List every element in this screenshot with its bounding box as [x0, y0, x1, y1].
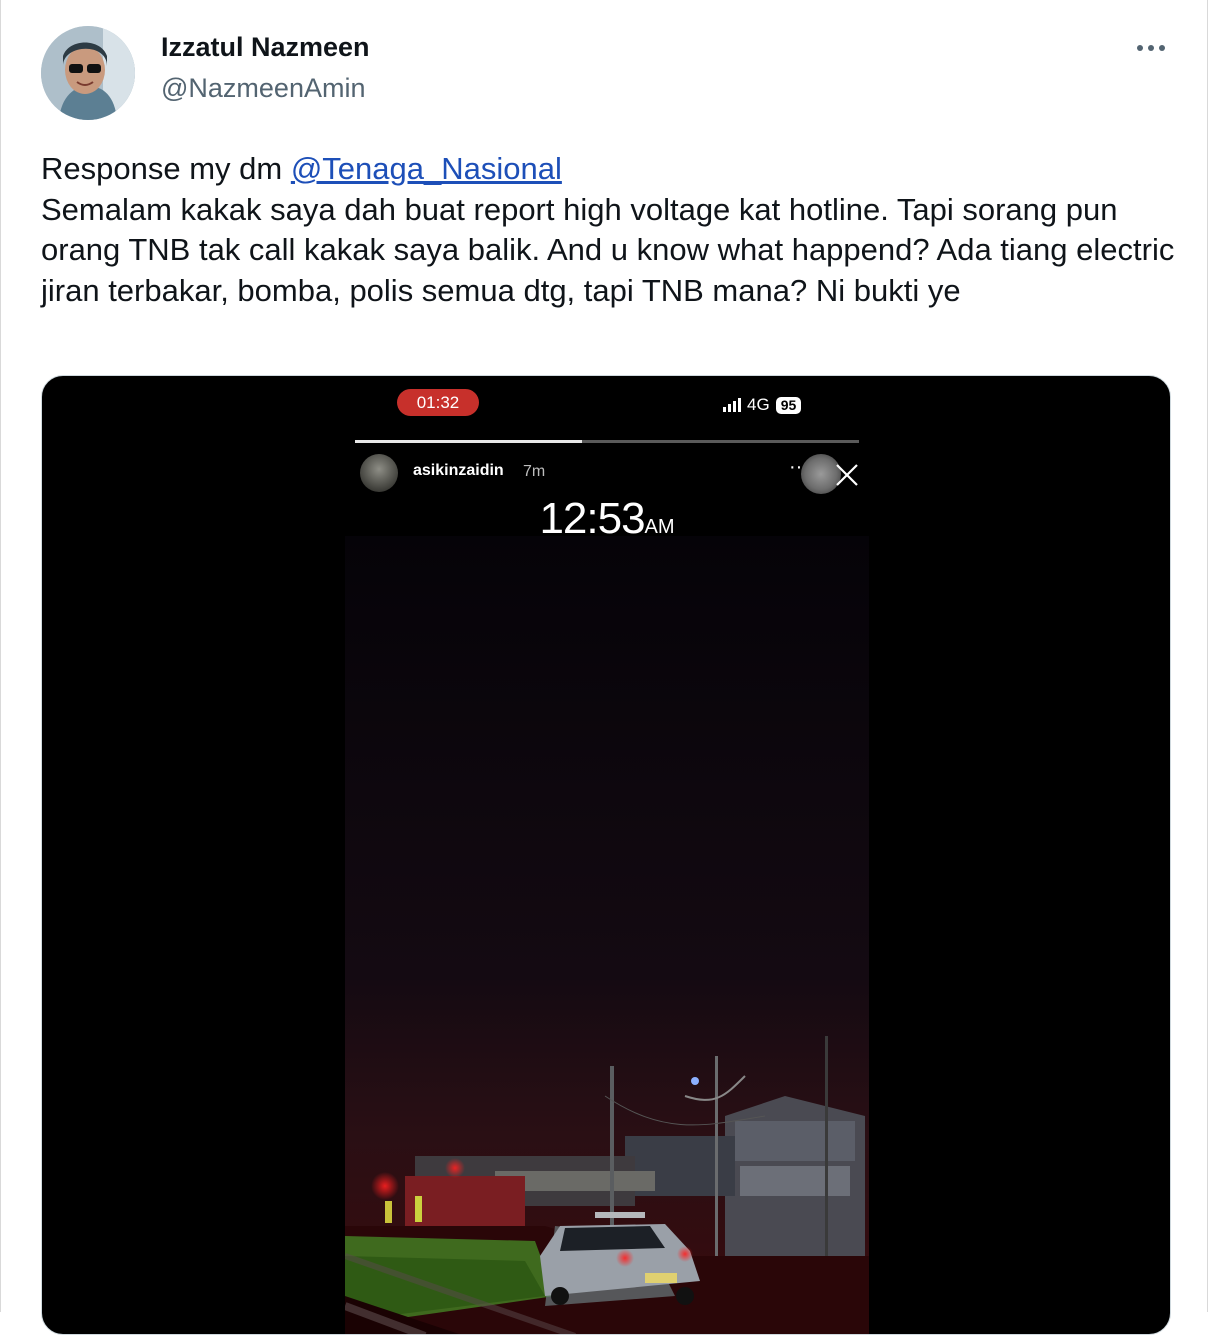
mention-link[interactable]: @Tenaga_Nasional [291, 151, 562, 186]
recording-timer: 01:32 [397, 389, 479, 416]
close-icon[interactable] [832, 460, 862, 490]
tweet-media[interactable]: 01:32 4G 95 asikinzaidin 7m ··· 12:53AM [41, 375, 1171, 1335]
author-handle[interactable]: @NazmeenAmin [161, 73, 365, 104]
author-avatar[interactable] [41, 26, 135, 120]
more-options-button[interactable] [1129, 30, 1173, 66]
story-username[interactable]: asikinzaidin [413, 462, 504, 480]
signal-icon [723, 398, 741, 412]
tweet-card: Izzatul Nazmeen @NazmeenAmin Response my… [0, 0, 1208, 1335]
phone-screenshot: 01:32 4G 95 asikinzaidin 7m ··· 12:53AM [345, 376, 869, 1334]
night-street-photo [345, 536, 869, 1334]
tweet-text: Response my dm @Tenaga_Nasional Semalam … [41, 149, 1181, 311]
tweet-text-prefix: Response my dm [41, 151, 291, 186]
time-sticker-ampm: AM [644, 516, 675, 538]
status-bar: 4G 95 [723, 394, 802, 416]
story-time-ago: 7m [523, 463, 546, 480]
tweet-text-body: Semalam kakak saya dah buat report high … [41, 191, 1175, 308]
story-progress-fill [355, 440, 582, 443]
story-progress-bar [355, 440, 859, 443]
battery-icon: 95 [775, 396, 802, 414]
story-avatar[interactable] [360, 454, 398, 492]
more-horizontal-icon [1137, 45, 1165, 51]
author-name[interactable]: Izzatul Nazmeen [161, 32, 370, 63]
network-label: 4G [747, 395, 770, 414]
